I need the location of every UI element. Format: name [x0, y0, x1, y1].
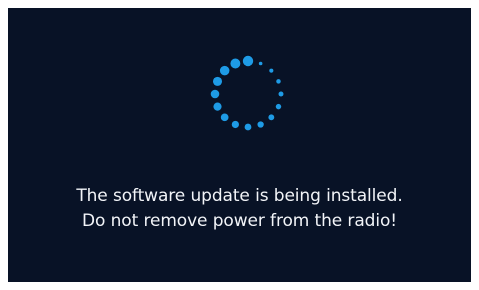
spinner-dot	[230, 58, 241, 69]
update-status-text: The software update is being installed.	[76, 186, 403, 206]
spinner-dot	[219, 65, 230, 76]
spinner-dot	[210, 89, 220, 99]
loading-spinner-icon	[210, 55, 284, 131]
update-message: The software update is being installed. …	[8, 184, 471, 234]
spinner-dot	[213, 102, 222, 111]
spinner-dot	[275, 103, 282, 110]
power-warning-text: Do not remove power from the radio!	[82, 211, 397, 231]
spinner-dot	[278, 91, 284, 97]
spinner-dot	[268, 114, 275, 121]
spinner-dot	[269, 68, 274, 73]
spinner-dot	[257, 121, 264, 128]
spinner-dot	[244, 123, 252, 131]
spinner-dot	[220, 113, 229, 122]
spinner-dot	[276, 79, 281, 84]
spinner-dot	[242, 55, 254, 67]
spinner-dot	[212, 76, 223, 86]
update-screen: The software update is being installed. …	[8, 8, 471, 282]
spinner-dot	[231, 120, 239, 129]
spinner-dot	[258, 61, 263, 66]
